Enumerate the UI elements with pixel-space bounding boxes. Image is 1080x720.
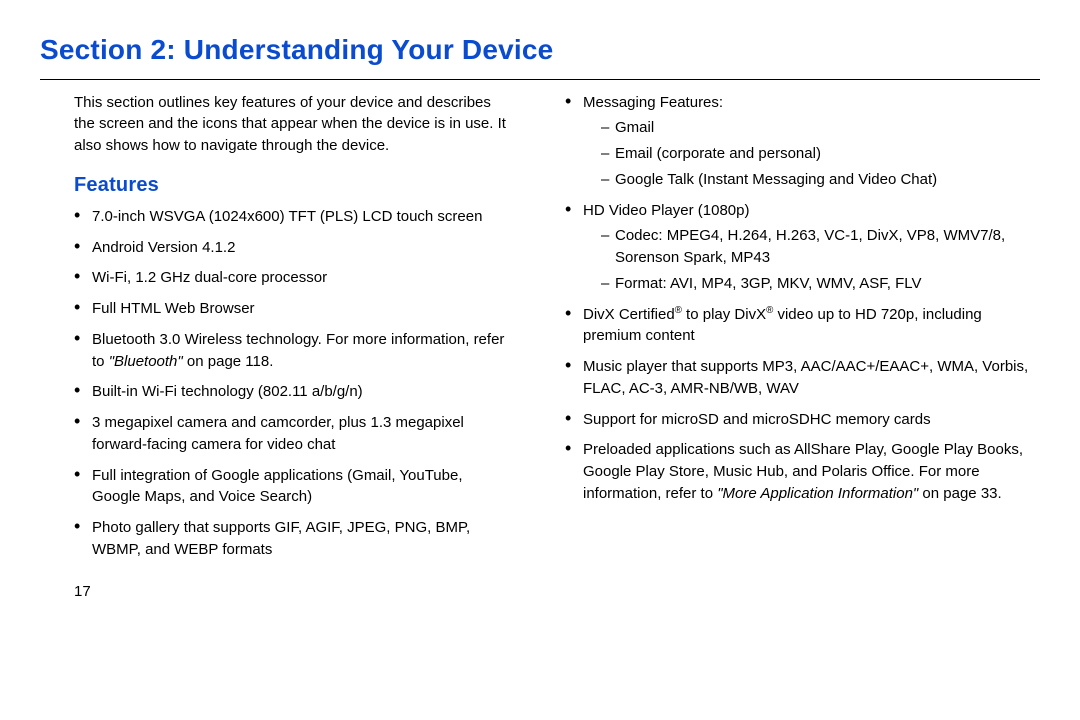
feature-item: 7.0-inch WSVGA (1024x600) TFT (PLS) LCD … xyxy=(74,206,515,228)
section-title: Section 2: Understanding Your Device xyxy=(40,30,1040,71)
left-column: This section outlines key features of yo… xyxy=(40,92,515,603)
features-heading: Features xyxy=(74,171,515,200)
feature-item: Photo gallery that supports GIF, AGIF, J… xyxy=(74,517,515,561)
feature-item: HD Video Player (1080p) Codec: MPEG4, H.… xyxy=(565,200,1040,295)
sublist-item: Codec: MPEG4, H.264, H.263, VC-1, DivX, … xyxy=(601,225,1040,269)
feature-item: 3 megapixel camera and camcorder, plus 1… xyxy=(74,412,515,456)
feature-item: Bluetooth 3.0 Wireless technology. For m… xyxy=(74,329,515,373)
feature-item: Preloaded applications such as AllShare … xyxy=(565,439,1040,504)
right-column: Messaging Features: Gmail Email (corpora… xyxy=(565,92,1040,603)
sublist-item: Email (corporate and personal) xyxy=(601,143,1040,165)
feature-item: Support for microSD and microSDHC memory… xyxy=(565,409,1040,431)
features-list-right: Messaging Features: Gmail Email (corpora… xyxy=(565,92,1040,505)
features-list-left: 7.0-inch WSVGA (1024x600) TFT (PLS) LCD … xyxy=(40,206,515,561)
page-number: 17 xyxy=(74,581,515,603)
sublist: Codec: MPEG4, H.264, H.263, VC-1, DivX, … xyxy=(583,225,1040,294)
text: on page 33. xyxy=(918,485,1001,502)
intro-paragraph: This section outlines key features of yo… xyxy=(74,92,515,157)
sublist-item: Format: AVI, MP4, 3GP, MKV, WMV, ASF, FL… xyxy=(601,273,1040,295)
feature-item: DivX Certified® to play DivX® video up t… xyxy=(565,304,1040,348)
feature-item: Messaging Features: Gmail Email (corpora… xyxy=(565,92,1040,191)
text: HD Video Player (1080p) xyxy=(583,202,749,219)
text: Messaging Features: xyxy=(583,94,723,111)
feature-item: Wi-Fi, 1.2 GHz dual-core processor xyxy=(74,267,515,289)
text: DivX Certified xyxy=(583,306,675,323)
feature-item: Music player that supports MP3, AAC/AAC+… xyxy=(565,356,1040,400)
feature-item: Built-in Wi-Fi technology (802.11 a/b/g/… xyxy=(74,381,515,403)
sublist-item: Gmail xyxy=(601,117,1040,139)
sublist: Gmail Email (corporate and personal) Goo… xyxy=(583,117,1040,190)
feature-item: Android Version 4.1.2 xyxy=(74,237,515,259)
text: on page 118. xyxy=(183,353,274,370)
content-columns: This section outlines key features of yo… xyxy=(40,92,1040,603)
section-divider xyxy=(40,79,1040,80)
registered-icon: ® xyxy=(675,305,682,316)
feature-item: Full HTML Web Browser xyxy=(74,298,515,320)
text: to play DivX xyxy=(682,306,766,323)
sublist-item: Google Talk (Instant Messaging and Video… xyxy=(601,169,1040,191)
cross-ref-link: "Bluetooth" xyxy=(109,353,183,370)
cross-ref-link: "More Application Information" xyxy=(717,485,918,502)
feature-item: Full integration of Google applications … xyxy=(74,465,515,509)
